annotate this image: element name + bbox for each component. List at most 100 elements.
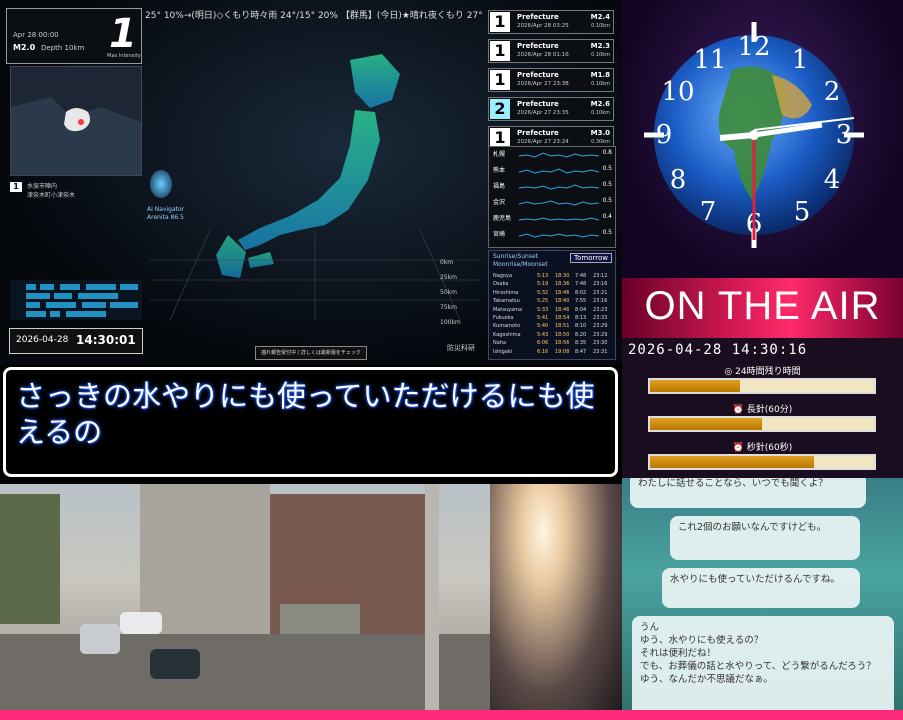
seismo-station: 熊本 — [493, 167, 506, 174]
sun-row: Fukuoka 5:41 18:54 8:13 23:33 — [493, 315, 611, 321]
sunrise-header: Sunrise/Sunset — [493, 253, 538, 260]
moonrise-time: 8:20 — [575, 331, 587, 338]
quake-item-mag: M2.6 — [590, 100, 610, 108]
moonset-time: 23:12 — [593, 273, 608, 279]
waveform-icon — [519, 168, 599, 174]
quake-item-date: 2026/Apr 27 23:35 — [517, 110, 569, 116]
quake-item-depth: 0.10km — [591, 23, 610, 29]
quake-list-item[interactable]: 1 Prefecture 2026/Apr 28 01:16 M2.3 0.10… — [488, 39, 614, 63]
recent-quake-list: 1 Prefecture 2026/Apr 28 03:25 M2.4 0.10… — [488, 10, 614, 155]
globe-clock: 12 1 2 3 4 5 6 7 8 9 10 11 — [644, 22, 864, 248]
bottom-clock-date: 2026-04-28 — [16, 335, 69, 345]
waveform-icon — [519, 233, 599, 238]
moonrise-time: 8:13 — [575, 315, 587, 321]
moonset-time: 23:21 — [593, 289, 608, 296]
subtitle-box: さっきの水やりにも使っていただけるにも使えるの — [3, 367, 618, 477]
current-datetime: 2026-04-28 14:30:16 — [628, 342, 808, 358]
sunset-time: 18:30 — [555, 273, 570, 279]
bottom-clock: 2026-04-28 14:30:01 — [9, 328, 143, 354]
quake-item-intensity: 1 — [490, 70, 510, 90]
ai-navigator-icon — [150, 170, 172, 198]
subtitle-text: さっきの水やりにも使っていただけるにも使えるの — [16, 379, 595, 449]
sunrise-time: 5:13 — [537, 273, 549, 279]
building — [140, 484, 270, 634]
quake-item-pref: Prefecture — [517, 100, 559, 108]
quake-item-depth: 0.10km — [591, 81, 610, 87]
quake-item-intensity: 1 — [490, 12, 510, 32]
distance-label: 50km — [440, 289, 457, 296]
ai-navigator-sub: Arenita 86.5 — [147, 214, 184, 221]
sun-row: Matsuyama 5:33 18:46 8:04 23:23 — [493, 307, 611, 313]
moonrise-time: 7:48 — [575, 281, 587, 288]
sky-camera-view — [490, 484, 622, 720]
progress-bar-24h — [648, 378, 876, 394]
quake-depth: Depth 10km — [41, 44, 85, 52]
sunrise-sunset-panel: Sunrise/Sunset Moonrise/Moonset Tomorrow… — [488, 250, 616, 360]
moonrise-header: Moonrise/Moonset — [493, 261, 548, 268]
sunrise-time: 5:25 — [537, 298, 549, 305]
sunrise-time: 5:41 — [537, 315, 549, 321]
quake-item-intensity: 1 — [490, 41, 510, 61]
clock-numeral: 8 — [670, 165, 687, 195]
chat-bubble-user: これ2個のお願いなんですけども。 — [670, 516, 860, 560]
sun-city: Fukuoka — [493, 315, 514, 321]
seismo-station: 鹿児島 — [493, 215, 512, 222]
sun-row: Takamatsu 5:25 18:40 7:55 23:16 — [493, 298, 611, 304]
clock-numeral: 12 — [737, 32, 770, 62]
sunset-time: 18:51 — [555, 323, 570, 330]
seismo-value: 0.5 — [602, 197, 612, 204]
quake-list-item[interactable]: 1 Prefecture 2026/Apr 28 03:25 M2.4 0.10… — [488, 10, 614, 34]
sun-row: Hiroshima 5:32 18:46 8:02 23:21 — [493, 290, 611, 296]
moonset-time: 23:30 — [593, 340, 608, 347]
quake-date: Apr 28 00:00 — [13, 31, 59, 39]
quake-list-item[interactable]: 1 Prefecture 2026/Apr 27 23:38 M1.8 0.10… — [488, 68, 614, 92]
quake-item-date: 2026/Apr 28 03:25 — [517, 23, 569, 29]
quake-item-date: 2026/Apr 27 23:24 — [517, 139, 569, 145]
progress-label-24h: ◎ 24時間残り時間 — [724, 367, 801, 377]
quake-item-pref: Prefecture — [517, 42, 559, 50]
area-name-1: 水俣市陣内 — [27, 183, 58, 190]
moonset-time: 23:33 — [593, 315, 608, 321]
utility-pole — [425, 484, 439, 720]
moonrise-time: 8:35 — [575, 340, 587, 347]
progress-fill — [650, 456, 814, 468]
quake-item-pref: Prefecture — [517, 129, 559, 137]
sunset-time: 18:40 — [555, 298, 570, 305]
seismo-station: 福島 — [493, 183, 506, 190]
sunset-time: 18:46 — [555, 289, 570, 296]
seismo-row: 熊本 0.5 — [489, 163, 615, 179]
analog-clock-panel: 12 1 2 3 4 5 6 7 8 9 10 11 — [622, 0, 903, 278]
moonrise-time: 7:48 — [575, 273, 587, 279]
earthquake-monitor-panel: 25° 10%→(明日)◇くもり時々雨 24°/15° 20% 【群馬】(今日)… — [0, 0, 622, 365]
distance-label: 25km — [440, 274, 457, 281]
quake-list-item[interactable]: 2 Prefecture 2026/Apr 27 23:35 M2.6 0.10… — [488, 97, 614, 121]
quake-item-mag: M1.8 — [590, 71, 610, 79]
report-notice-button[interactable]: 揺れ報告受付中 / 詳しくは最新版をチェック — [255, 346, 367, 360]
waveform-icon — [519, 217, 599, 221]
moonset-time: 23:29 — [593, 323, 608, 330]
sun-row: Naha 6:06 18:56 8:35 23:30 — [493, 340, 611, 346]
moonset-time: 23:16 — [593, 281, 608, 288]
weather-ticker: 25° 10%→(明日)◇くもり時々雨 24°/15° 20% 【群馬】(今日)… — [145, 11, 485, 21]
tree — [0, 494, 60, 624]
seismo-station: 金沢 — [493, 199, 506, 206]
area-name-2: 津奈木町小津奈木 — [27, 192, 76, 199]
quake-item-intensity: 1 — [490, 128, 510, 148]
clock-numeral: 3 — [836, 120, 853, 150]
bottom-clock-time: 14:30:01 — [76, 333, 136, 347]
moonrise-time: 8:04 — [575, 306, 587, 313]
quake-item-date: 2026/Apr 28 01:16 — [517, 52, 569, 58]
seismo-value: 0.5 — [602, 165, 612, 172]
seismo-row: 金沢 0.5 — [489, 195, 615, 211]
seismograph-panel: 札幌 0.8 熊本 0.5 福島 0.5 金沢 0.5 鹿児島 0.4 宮崎 0.5 — [488, 146, 616, 248]
epicenter-marker — [78, 119, 84, 125]
quake-item-mag: M3.0 — [590, 129, 610, 137]
road — [0, 634, 490, 720]
on-air-banner: ON THE AIR — [622, 278, 903, 338]
chat-bubble-ai: うん ゆう、水やりにも使えるの？ それは便利だね！ でも、お葬儀の話と水やりって… — [632, 616, 894, 716]
on-air-text: ON THE AIR — [644, 284, 881, 328]
tomorrow-button[interactable]: Tomorrow — [570, 253, 612, 263]
chat-panel: わたしに話せることなら、いつでも聞くよ？ これ2個のお願いなんですけども。 水や… — [622, 478, 903, 720]
clock-numeral: 2 — [824, 77, 841, 107]
sun-row: Nagoya 5:13 18:30 7:48 23:12 — [493, 273, 611, 279]
